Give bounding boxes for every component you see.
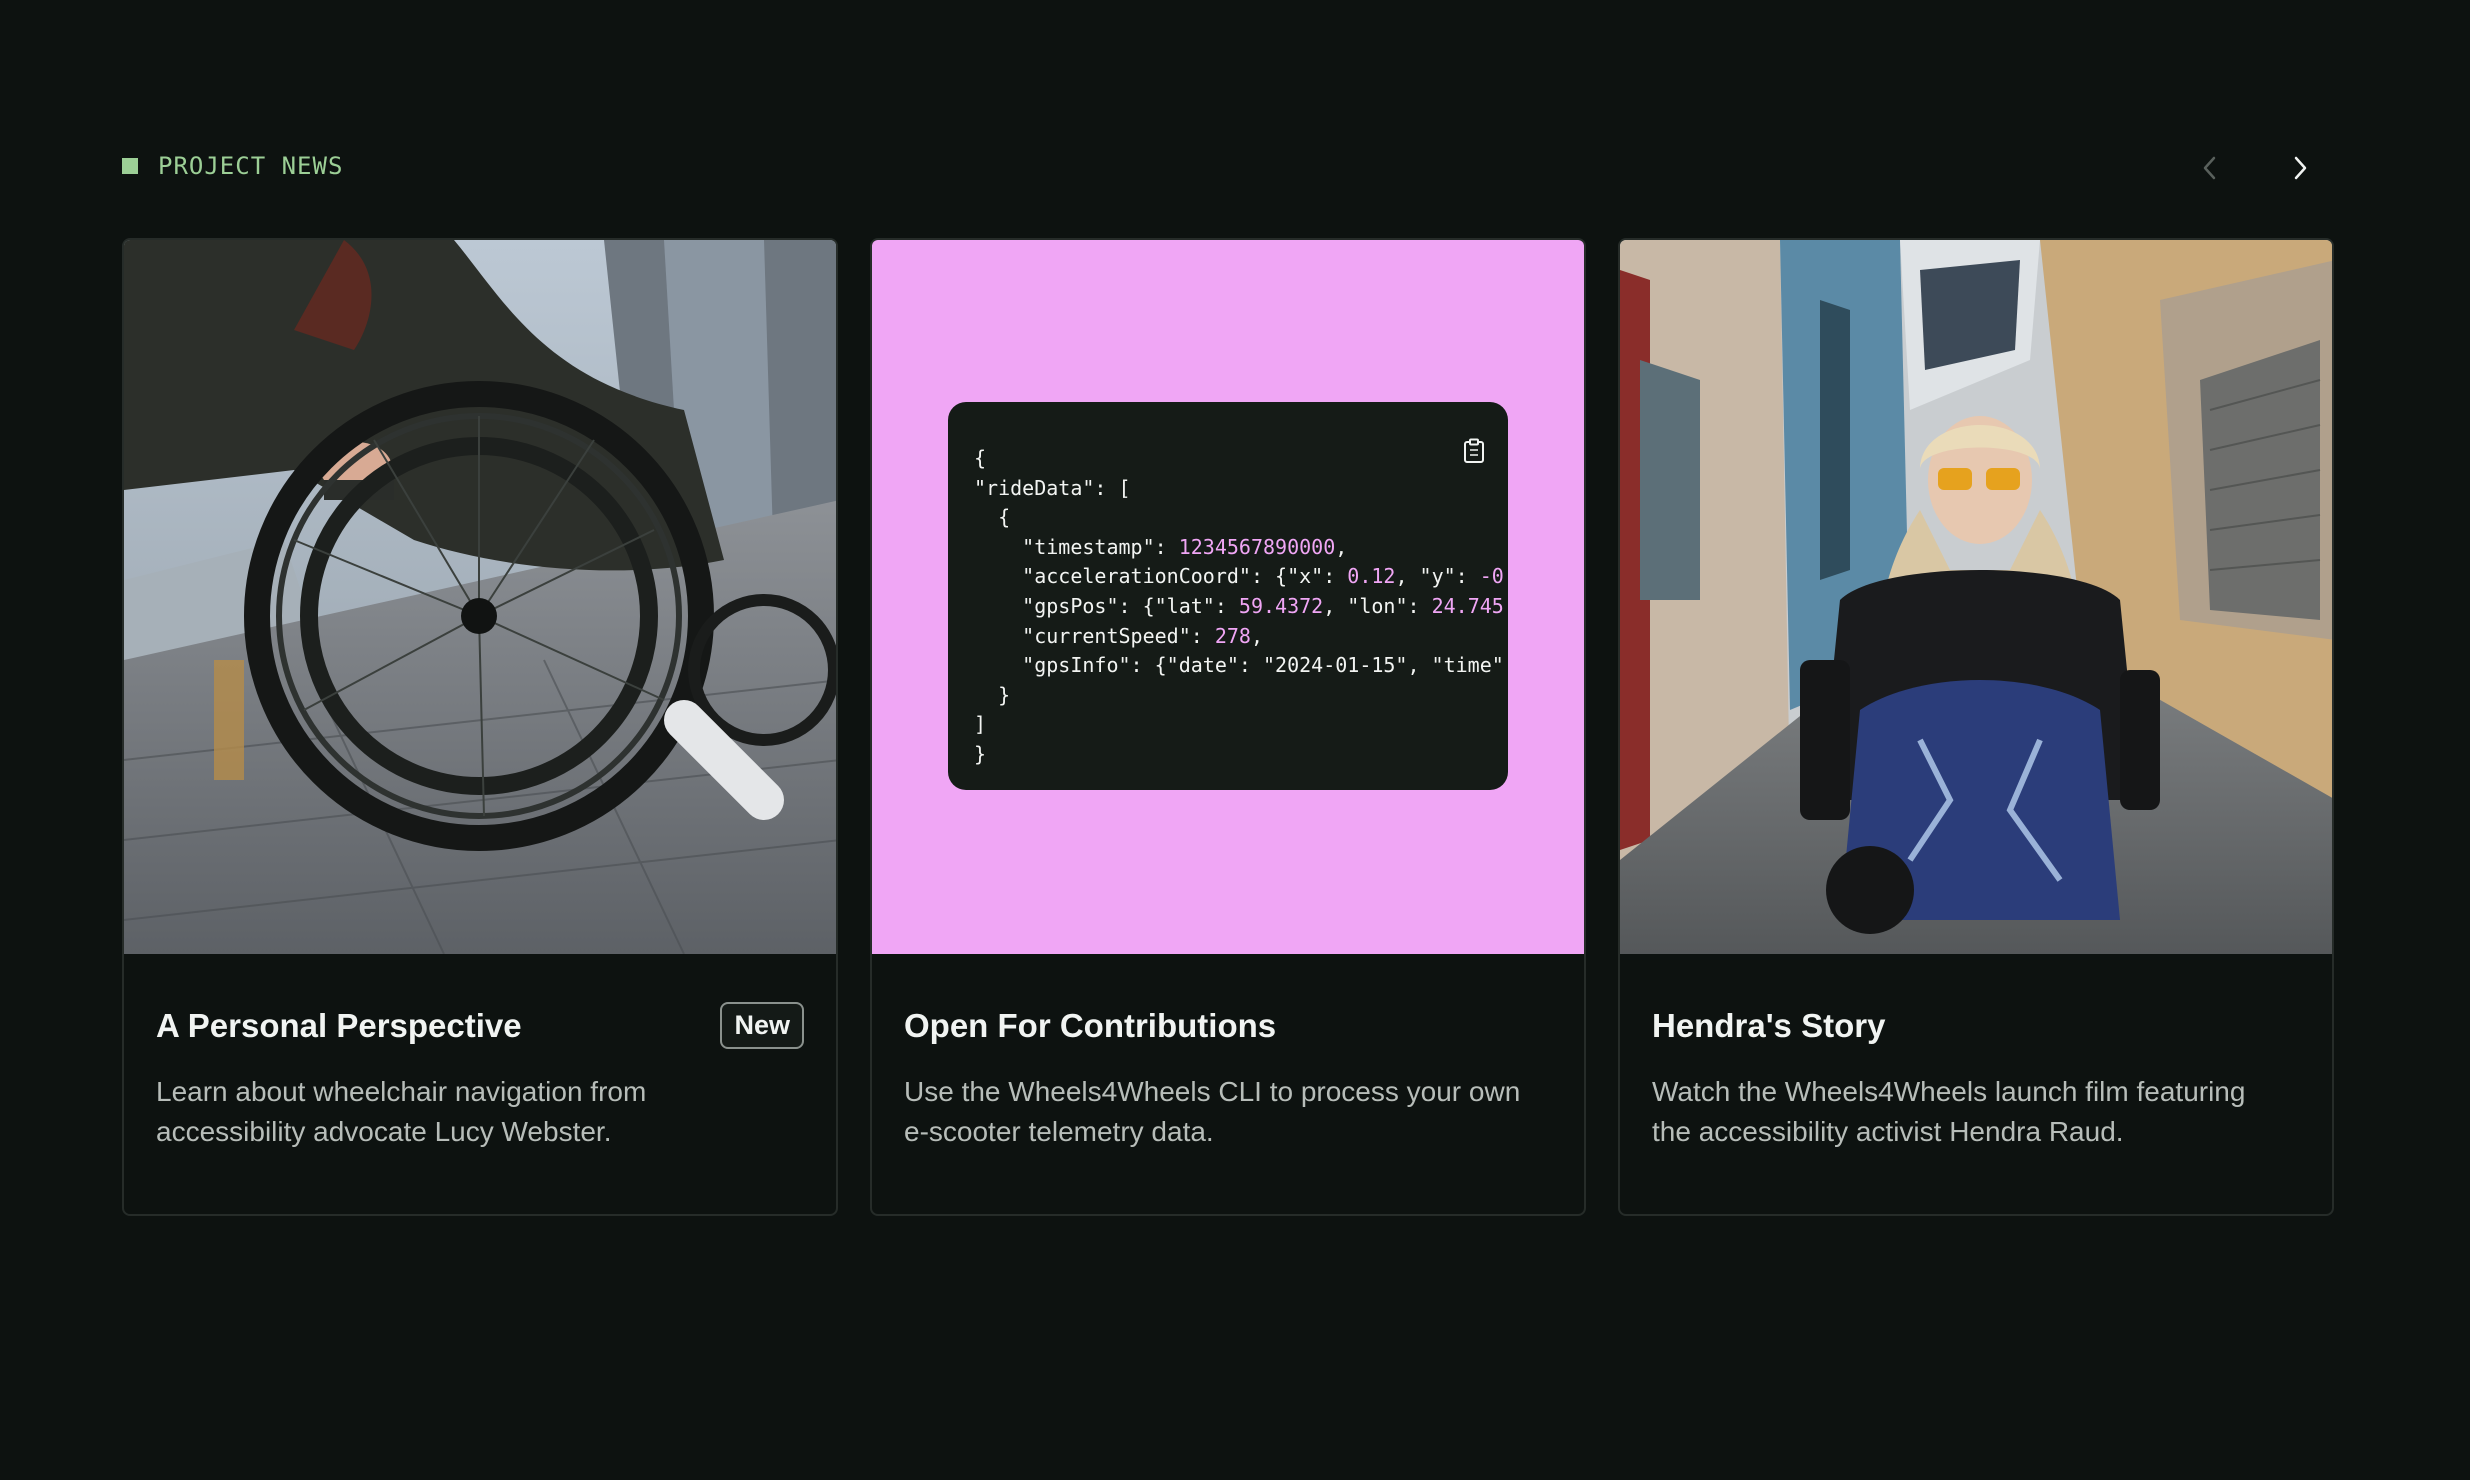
chevron-right-icon (2294, 156, 2307, 180)
news-cards: A Personal Perspective New Learn about w… (122, 238, 2334, 1216)
code-preview-panel: { "rideData": [ { "timestamp": 1234567890… (872, 240, 1584, 954)
card-title: A Personal Perspective (156, 1007, 522, 1044)
section-header: PROJECT NEWS (122, 152, 343, 180)
news-card-hendras-story[interactable]: Hendra's Story Watch the Wheels4Wheels l… (1618, 238, 2334, 1216)
card-description: Learn about wheelchair navigation from a… (156, 1076, 647, 1147)
code-line: ] (974, 712, 987, 737)
code-line: "rideData": [ (974, 475, 1131, 500)
card-description: Use the Wheels4Wheels CLI to process you… (904, 1076, 1521, 1147)
code-line: { (974, 446, 987, 470)
card-title: Hendra's Story (1652, 1007, 1886, 1044)
code-line: { (974, 505, 1011, 530)
news-card-open-contributions[interactable]: { "rideData": [ { "timestamp": 1234567890… (870, 238, 1586, 1216)
wheelchair-photo (124, 240, 836, 954)
code-line: } (974, 741, 987, 766)
code-line: "gpsPos": {"lat": 59.4372, "lon": 24.745 (974, 593, 1504, 618)
code-block: { "rideData": [ { "timestamp": 1234567890… (948, 402, 1508, 790)
card-description: Watch the Wheels4Wheels launch film feat… (1652, 1076, 2246, 1147)
code-line: "timestamp": 1234567890000, (974, 534, 1348, 559)
street-portrait-photo (1620, 240, 2332, 954)
code-text: { "rideData": [ { "timestamp": 1234567890… (974, 444, 1504, 770)
prev-button[interactable] (2190, 148, 2230, 188)
section-bullet (122, 158, 138, 174)
code-line: "gpsInfo": {"date": "2024-01-15", "time" (974, 653, 1504, 678)
chevron-left-icon (2203, 156, 2216, 180)
carousel-nav (2190, 148, 2320, 188)
new-badge: New (720, 1002, 804, 1049)
next-button[interactable] (2280, 148, 2320, 188)
code-line: "currentSpeed": 278, (974, 623, 1263, 648)
section-title: PROJECT NEWS (158, 152, 344, 180)
card-title: Open For Contributions (904, 1007, 1277, 1044)
code-line: } (974, 682, 1011, 707)
code-line: "accelerationCoord": {"x": 0.12, "y": -0 (974, 564, 1504, 589)
news-card-personal-perspective[interactable]: A Personal Perspective New Learn about w… (122, 238, 838, 1216)
